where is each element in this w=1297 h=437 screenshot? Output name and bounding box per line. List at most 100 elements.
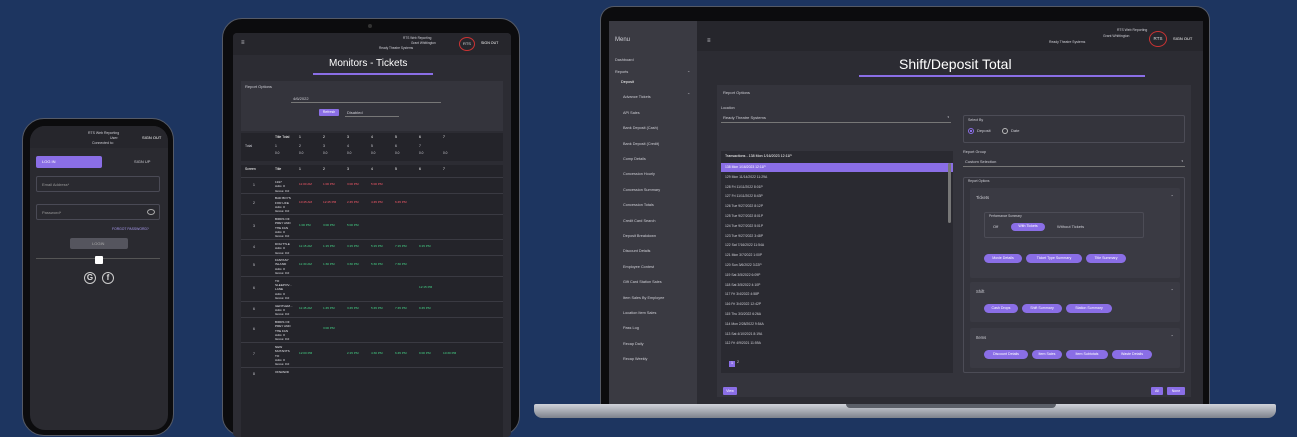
transaction-row[interactable]: 120 Sun 3/6/2022 3:22P <box>721 261 953 270</box>
refresh-button[interactable]: Refresh <box>319 109 339 116</box>
item-sales-button[interactable]: Item Sales <box>1032 350 1062 359</box>
sidebar-item[interactable]: Credit Card Search <box>623 219 656 224</box>
station-summary-button[interactable]: Station Summary <box>1066 304 1112 313</box>
sidebar-item[interactable]: Employee Contest <box>623 265 654 270</box>
sidebar-item[interactable]: Dashboard <box>615 58 634 63</box>
perf-option-without-tickets[interactable]: Without Tickets <box>1057 225 1084 229</box>
sidebar-item[interactable]: Concession Summary <box>623 188 660 193</box>
showtime-cell[interactable]: 7:30 PM <box>395 263 407 266</box>
showtime-cell[interactable]: 5:00 PM <box>347 224 359 227</box>
sidebar-item[interactable]: Recap Daily <box>623 342 643 347</box>
sidebar-item[interactable]: Bank Deposit (Credit) <box>623 142 659 147</box>
showtime-cell[interactable]: 1:30 PM <box>323 263 335 266</box>
all-button[interactable]: All <box>1151 387 1163 395</box>
showtime-cell[interactable]: 7:15 PM <box>395 244 407 248</box>
showtime-cell[interactable]: 2:15 PM <box>347 352 359 355</box>
transaction-row[interactable]: 129 Mon 11/14/2022 11:29A <box>721 173 953 182</box>
chevron-up-icon[interactable]: ⌃ <box>1170 288 1174 293</box>
showtime-cell[interactable]: 3:15 PM <box>347 244 359 248</box>
transaction-row[interactable]: 124 Tue 9/27/2022 5:01P <box>721 222 953 231</box>
showtime-cell[interactable]: 5:45 PM <box>371 306 383 310</box>
transaction-row[interactable]: 117 Fri 3/4/2022 4:58P <box>721 290 953 299</box>
transaction-row[interactable]: 116 Fri 3/4/2022 12:42P <box>721 300 953 309</box>
facebook-icon[interactable]: f <box>102 272 114 284</box>
sidebar-item[interactable]: API Sales <box>623 111 640 116</box>
showtime-cell[interactable]: 6:45 PM <box>395 352 407 355</box>
perf-option-with-tickets[interactable]: With Tickets <box>1011 223 1045 231</box>
showtime-cell[interactable]: 12:45 PM <box>323 201 336 204</box>
sidebar-item[interactable]: Deposit <box>621 80 634 85</box>
login-button[interactable]: LOGIN <box>70 238 128 249</box>
transactions-list[interactable]: Transactions - 138 Mon 1/16/2023 12:11P … <box>721 151 953 373</box>
page-button[interactable]: 1 <box>729 361 735 367</box>
showtime-cell[interactable]: 5:30 PM <box>371 263 383 266</box>
chevron-up-icon[interactable]: ⌃ <box>1170 194 1174 199</box>
tickets-heading[interactable]: Tickets <box>976 195 989 200</box>
date-field[interactable]: 4/6/2022 <box>291 95 441 103</box>
shift-heading[interactable]: Shift <box>976 289 984 294</box>
showtime-cell[interactable]: 1:15 PM <box>323 244 335 248</box>
sign-out-button[interactable]: SIGN OUT <box>1173 37 1192 41</box>
showtime-cell[interactable]: 5:15 PM <box>371 244 383 248</box>
location-select[interactable]: Ready Theatre Systems ▾ <box>721 113 951 123</box>
showtime-cell[interactable]: 7:45 PM <box>395 306 407 310</box>
transaction-row[interactable]: 118 Sat 3/5/2022 4:10P <box>721 281 953 290</box>
deposit-radio[interactable] <box>968 128 974 134</box>
sidebar-item[interactable]: Concession Hourly <box>623 173 655 177</box>
showtime-cell[interactable]: 12:15 PM <box>419 285 432 289</box>
shift-summary-button[interactable]: Shift Summary <box>1022 304 1062 313</box>
showtime-cell[interactable]: 3:00 PM <box>323 224 335 227</box>
tab-login[interactable]: LOG IN <box>36 156 102 168</box>
showtime-cell[interactable]: 2:45 PM <box>347 201 359 204</box>
showtime-cell[interactable]: 12:00 PM <box>299 352 312 355</box>
page-button[interactable]: 2 <box>737 360 739 365</box>
sidebar-item[interactable]: Comp Details <box>623 157 646 162</box>
transaction-row[interactable]: 126 Tue 9/27/2022 8:12P <box>721 202 953 211</box>
showtime-cell[interactable]: 9:45 PM <box>419 306 431 310</box>
transaction-row[interactable]: 127 Fri 11/11/2022 8:43P <box>721 192 953 201</box>
sidebar-item[interactable]: Advance Tickets <box>623 96 651 100</box>
movie-details-button[interactable]: Movie Details <box>984 254 1022 263</box>
showtime-cell[interactable]: 10:30 PM <box>443 352 456 355</box>
transaction-row[interactable]: 125 Tue 9/27/2022 8:01P <box>721 212 953 221</box>
chevron-up-icon[interactable]: ⌃ <box>687 93 690 97</box>
tab-signup[interactable]: SIGN UP <box>134 160 150 164</box>
sidebar-item[interactable]: Bank Deposit (Cash) <box>623 126 658 131</box>
password-field[interactable]: Password* <box>36 204 160 220</box>
refresh-select[interactable]: Disabled <box>345 109 399 117</box>
transaction-row[interactable]: 123 Tue 9/27/2022 3:48P <box>721 232 953 241</box>
view-button[interactable]: View <box>723 387 737 395</box>
forgot-password-link[interactable]: FORGOT PASSWORD? <box>112 227 149 231</box>
scrollbar[interactable] <box>948 163 951 223</box>
showtime-cell[interactable]: 4:30 PM <box>371 352 383 355</box>
sidebar-item[interactable]: Gift Card Station Sales <box>623 280 662 285</box>
ticket-type-summary-button[interactable]: Ticket Type Summary <box>1026 254 1082 263</box>
showtime-cell[interactable]: 1:45 PM <box>323 306 335 310</box>
sidebar-item[interactable]: Deposit Breakdown <box>623 234 656 239</box>
sign-out-button[interactable]: SIGN OUT <box>142 136 161 140</box>
sidebar-item[interactable]: Item Sales By Employee <box>623 296 664 301</box>
showtime-cell[interactable]: 9:00 PM <box>419 352 431 355</box>
date-radio[interactable] <box>1002 128 1008 134</box>
showtime-cell[interactable]: 4:45 PM <box>371 201 383 204</box>
showtime-cell[interactable]: 3:00 PM <box>347 182 359 186</box>
menu-icon[interactable]: ≡ <box>707 38 711 44</box>
chevron-up-icon[interactable]: ⌃ <box>687 71 690 75</box>
sign-out-button[interactable]: SIGN OUT <box>481 41 498 46</box>
none-button[interactable]: None <box>1167 387 1185 395</box>
cash-drops-button[interactable]: Cash Drops <box>984 304 1018 313</box>
sidebar-item[interactable]: Location Item Sales <box>623 311 656 316</box>
chevron-up-icon[interactable]: ⌃ <box>1170 334 1174 339</box>
eye-icon[interactable] <box>147 209 155 215</box>
showtime-cell[interactable]: 11:15 AM <box>299 244 312 248</box>
item-subtotals-button[interactable]: Item Subtotals <box>1066 350 1108 359</box>
email-field[interactable]: Email Address* <box>36 176 160 192</box>
transaction-row[interactable]: 121 Mon 3/7/2022 1:00P <box>721 251 953 260</box>
showtime-cell[interactable]: 3:30 PM <box>347 263 359 266</box>
showtime-cell[interactable]: 11:00 AM <box>299 182 312 186</box>
transaction-row[interactable]: 122 Sat 7/16/2022 11:54A <box>721 241 953 250</box>
showtime-cell[interactable]: 6:45 PM <box>395 201 407 204</box>
discount-details-button[interactable]: Discount Details <box>984 350 1028 359</box>
perf-option-off[interactable]: Off <box>993 225 998 229</box>
showtime-cell[interactable]: 11:45 AM <box>299 306 312 310</box>
